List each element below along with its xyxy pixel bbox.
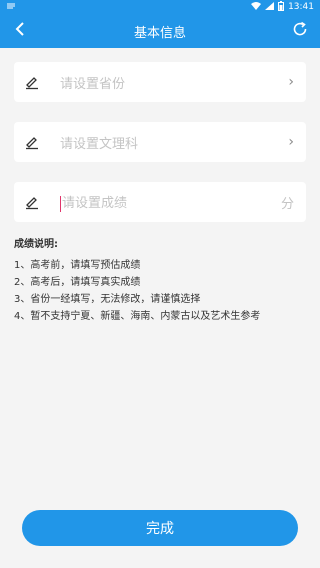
status-bar: 13:41 xyxy=(0,0,320,14)
signal-icon xyxy=(265,1,275,13)
subject-placeholder: 请设置文理科 xyxy=(60,136,139,152)
pencil-icon xyxy=(24,74,40,90)
status-left xyxy=(6,2,16,13)
score-input[interactable]: 请设置成绩 xyxy=(60,192,281,212)
score-placeholder: 请设置成绩 xyxy=(62,196,128,212)
note-item: 1、高考前，请填写预估成绩 xyxy=(14,260,141,271)
text-cursor xyxy=(60,195,61,212)
status-right: 13:41 xyxy=(251,0,314,14)
refresh-icon xyxy=(291,20,309,42)
wifi-icon xyxy=(251,1,262,13)
done-button[interactable]: 完成 xyxy=(22,510,298,546)
province-field[interactable]: 请设置省份 › xyxy=(14,62,306,102)
note-item: 4、暂不支持宁夏、新疆、海南、内蒙古以及艺术生参考 xyxy=(14,311,261,322)
score-unit: 分 xyxy=(280,196,294,212)
province-placeholder: 请设置省份 xyxy=(60,76,126,92)
refresh-button[interactable] xyxy=(290,21,310,41)
score-field[interactable]: 请设置成绩 分 xyxy=(14,182,306,222)
note-item: 3、省份一经填写，无法修改，请谨慎选择 xyxy=(14,294,201,305)
notes-title: 成绩说明: xyxy=(14,239,58,250)
page-title: 基本信息 xyxy=(133,25,186,41)
score-notes: 成绩说明: 1、高考前，请填写预估成绩 2、高考后，请填写真实成绩 3、省份一经… xyxy=(14,236,260,325)
battery-icon xyxy=(278,0,285,14)
chevron-right-icon: › xyxy=(288,134,294,150)
notification-icon xyxy=(6,2,16,13)
app-bar: 基本信息 xyxy=(0,14,320,48)
back-button[interactable] xyxy=(10,21,30,41)
chevron-right-icon: › xyxy=(288,74,294,90)
note-item: 2、高考后，请填写真实成绩 xyxy=(14,277,141,288)
subject-field[interactable]: 请设置文理科 › xyxy=(14,122,306,162)
pencil-icon xyxy=(24,194,40,210)
pencil-icon xyxy=(24,134,40,150)
chevron-left-icon xyxy=(14,21,26,41)
status-time: 13:41 xyxy=(288,2,314,12)
